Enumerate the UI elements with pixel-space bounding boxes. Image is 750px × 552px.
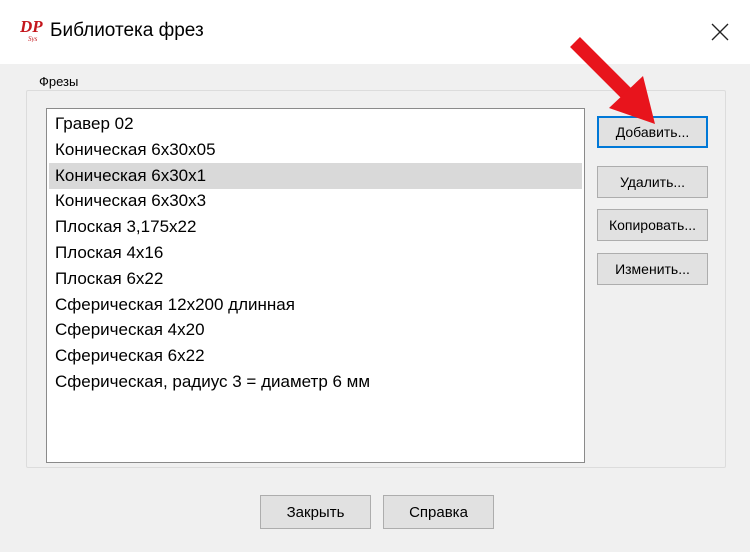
close-icon bbox=[711, 23, 729, 41]
svg-text:Sys: Sys bbox=[28, 35, 38, 42]
svg-text:DP: DP bbox=[20, 17, 43, 36]
dialog-window: DP Sys Библиотека фрез Фрезы Гравер 02 Ко… bbox=[0, 0, 750, 552]
copy-button[interactable]: Копировать... bbox=[597, 209, 708, 241]
list-item[interactable]: Гравер 02 bbox=[49, 111, 582, 137]
list-item[interactable]: Коническая 6х30х1 bbox=[49, 162, 582, 189]
help-button[interactable]: Справка bbox=[383, 495, 494, 529]
list-item[interactable]: Сферическая, радиус 3 = диаметр 6 мм bbox=[49, 369, 582, 395]
list-item[interactable]: Сферическая 6х22 bbox=[49, 343, 582, 369]
cutters-listbox[interactable]: Гравер 02 Коническая 6х30х05 Коническая 6х… bbox=[46, 108, 585, 463]
window-title: Библиотека фрез bbox=[50, 20, 204, 41]
red-arrow-icon bbox=[570, 37, 655, 124]
list-item[interactable]: Плоская 6х22 bbox=[49, 266, 582, 292]
list-item[interactable]: Сферическая 12х200 длинная bbox=[49, 292, 582, 318]
group-label: Фрезы bbox=[36, 74, 82, 89]
delete-button[interactable]: Удалить... bbox=[597, 166, 708, 198]
edit-button[interactable]: Изменить... bbox=[597, 253, 708, 285]
list-item[interactable]: Коническая 6х30х05 bbox=[49, 137, 582, 163]
list-item[interactable]: Плоская 3,175х22 bbox=[49, 214, 582, 240]
dp-app-icon: DP Sys bbox=[20, 17, 43, 42]
list-item[interactable]: Сферическая 4х20 bbox=[49, 317, 582, 343]
list-item[interactable]: Коническая 6х30х3 bbox=[49, 188, 582, 214]
list-item[interactable]: Плоская 4х16 bbox=[49, 240, 582, 266]
close-window-button[interactable] bbox=[700, 12, 740, 52]
close-button[interactable]: Закрыть bbox=[260, 495, 371, 529]
